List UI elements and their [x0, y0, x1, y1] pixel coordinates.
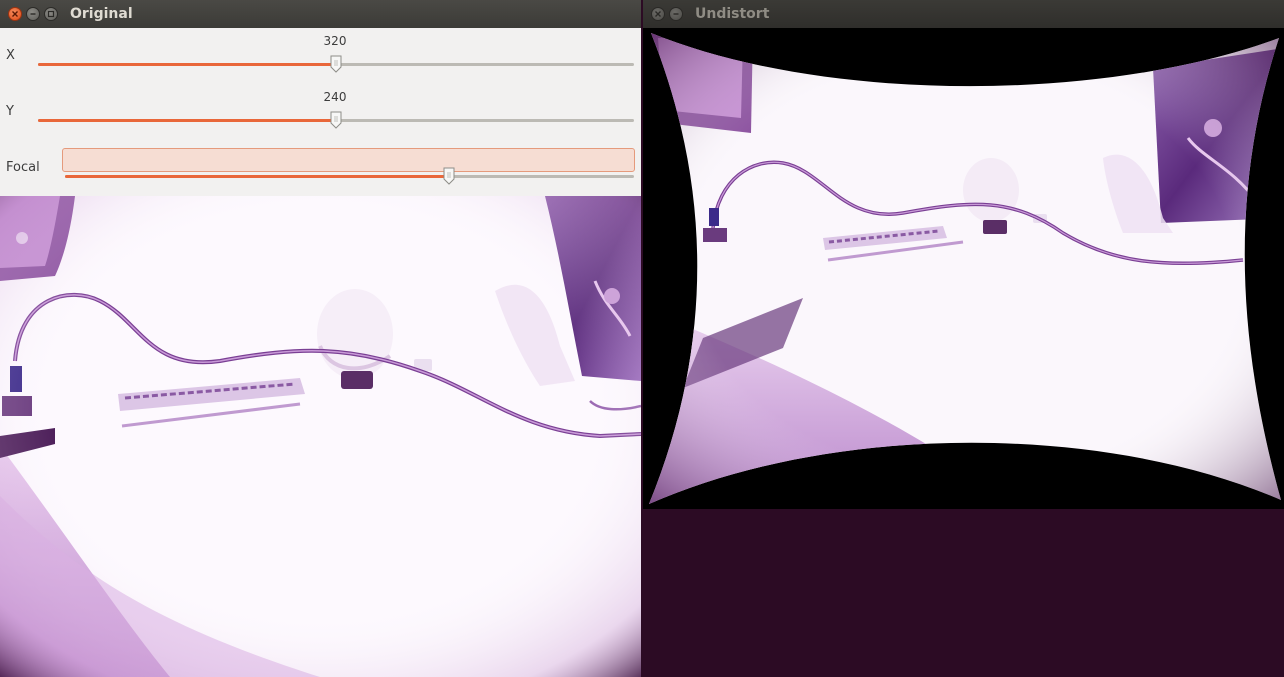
- minimize-button[interactable]: [26, 7, 40, 21]
- close-icon: [655, 11, 661, 17]
- slider-track[interactable]: [38, 111, 634, 129]
- slider-focus-box: [62, 148, 635, 172]
- slider-thumb[interactable]: [443, 167, 455, 185]
- close-button[interactable]: [651, 7, 665, 21]
- window-title: Undistort: [695, 6, 770, 22]
- camera-frame: [0, 196, 641, 677]
- trackbar-label: Y: [6, 104, 14, 119]
- trackbar-x[interactable]: X 320: [0, 28, 641, 84]
- original-titlebar[interactable]: Original: [0, 0, 641, 28]
- trackbar-focal[interactable]: Focal 544: [0, 140, 641, 196]
- trackbar-label: X: [6, 48, 15, 63]
- trackbar-panel: X 320 Y 240 Focal: [0, 28, 641, 196]
- original-window[interactable]: Original X 320 Y 240 Focal: [0, 0, 641, 677]
- minimize-button[interactable]: [669, 7, 683, 21]
- undistort-frame: [643, 28, 1284, 509]
- minimize-icon: [673, 13, 679, 15]
- close-button[interactable]: [8, 7, 22, 21]
- undistort-window[interactable]: Undistort: [643, 0, 1284, 677]
- trackbar-label: Focal: [6, 160, 40, 175]
- slider-thumb[interactable]: [330, 55, 342, 73]
- slider-fill: [38, 119, 336, 122]
- original-image: [0, 196, 641, 677]
- slider-thumb[interactable]: [330, 111, 342, 129]
- slider-track[interactable]: [38, 55, 634, 73]
- maximize-icon: [47, 10, 55, 18]
- undistorted-image: [643, 28, 1284, 509]
- trackbar-value: 320: [323, 34, 347, 48]
- slider-track[interactable]: [65, 167, 634, 185]
- trackbar-value: 240: [323, 90, 347, 104]
- minimize-icon: [30, 13, 36, 15]
- empty-window-area: [643, 509, 1284, 677]
- window-title: Original: [70, 6, 133, 22]
- maximize-button[interactable]: [44, 7, 58, 21]
- trackbar-y[interactable]: Y 240: [0, 84, 641, 140]
- undistort-titlebar[interactable]: Undistort: [643, 0, 1284, 28]
- close-icon: [12, 11, 18, 17]
- slider-fill: [65, 175, 449, 178]
- slider-fill: [38, 63, 336, 66]
